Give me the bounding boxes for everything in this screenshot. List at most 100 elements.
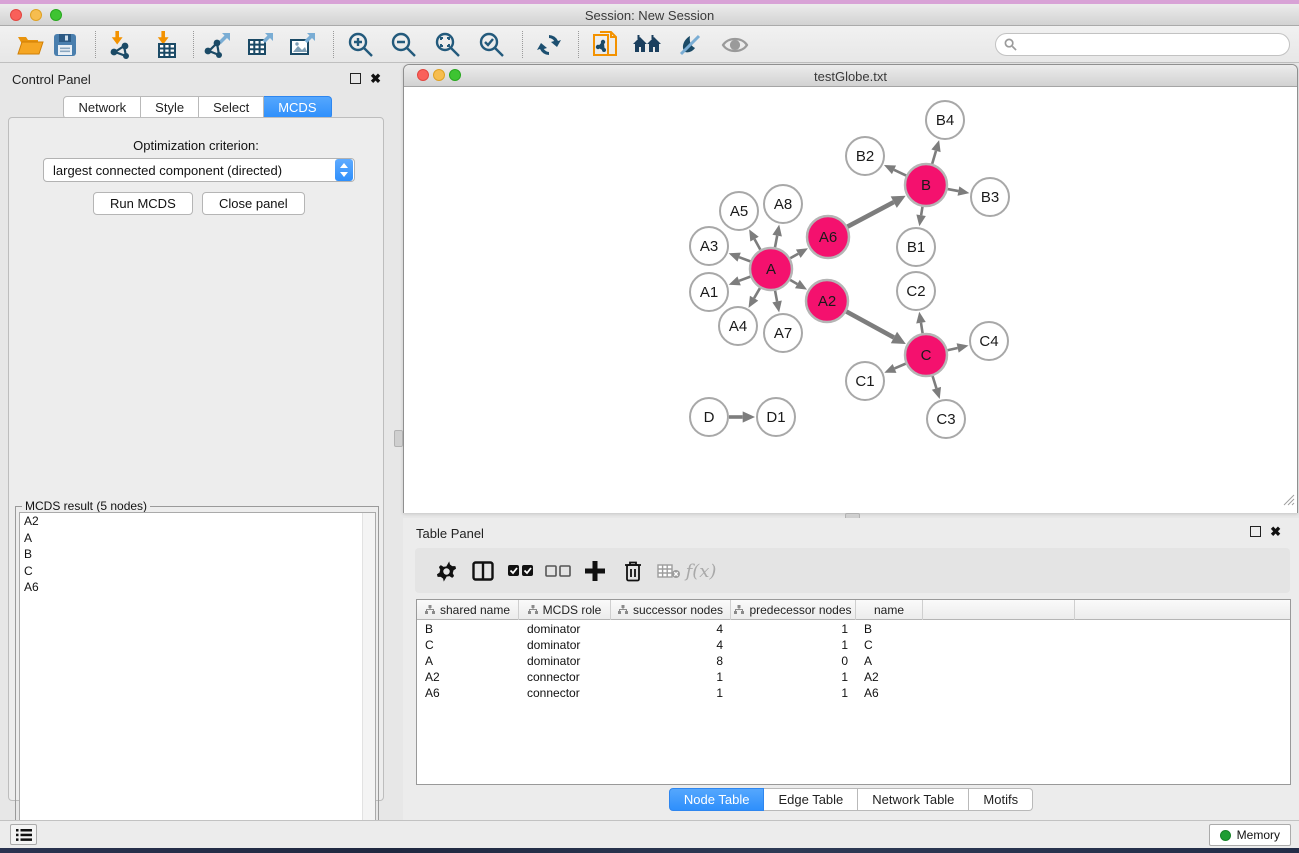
cell[interactable]: 1 (731, 637, 856, 653)
edge-A-A1[interactable] (739, 277, 750, 281)
cell[interactable]: B (856, 621, 923, 637)
edge-A2-C[interactable] (846, 312, 894, 338)
tab-network-table[interactable]: Network Table (858, 788, 969, 811)
cell[interactable]: 1 (731, 685, 856, 701)
cell[interactable]: A6 (417, 685, 519, 701)
memory-button[interactable]: Memory (1209, 824, 1291, 846)
save-session-icon[interactable] (50, 30, 80, 60)
cell[interactable]: C (856, 637, 923, 653)
cell[interactable]: C (417, 637, 519, 653)
cell[interactable]: connector (519, 685, 611, 701)
edge-B-B2[interactable] (894, 170, 906, 176)
deselect-all-icon[interactable] (544, 557, 572, 585)
settings-gear-icon[interactable] (432, 557, 460, 585)
tab-edge-table[interactable]: Edge Table (764, 788, 858, 811)
network-window-titlebar[interactable]: testGlobe.txt (404, 65, 1297, 87)
run-mcds-button[interactable]: Run MCDS (93, 192, 193, 215)
function-builder-icon[interactable]: f(x) (687, 557, 715, 585)
edge-A-A5[interactable] (755, 239, 761, 250)
add-column-icon[interactable] (581, 557, 609, 585)
window-resize-grip-icon[interactable] (1282, 493, 1295, 511)
tab-node-table[interactable]: Node Table (669, 788, 765, 811)
column-header-successor-nodes[interactable]: successor nodes (611, 600, 731, 620)
float-panel-icon[interactable] (1250, 526, 1261, 537)
edge-A-A7[interactable] (775, 291, 777, 302)
tab-motifs[interactable]: Motifs (969, 788, 1033, 811)
table-row[interactable]: Cdominator41C (417, 637, 1290, 653)
edge-C-C4[interactable] (947, 348, 957, 350)
task-history-button[interactable] (10, 824, 37, 845)
edge-A-A4[interactable] (754, 288, 760, 298)
cell[interactable]: B (417, 621, 519, 637)
mcds-result-list[interactable]: A2ABCA6 (19, 512, 376, 845)
result-item[interactable]: B (20, 546, 375, 563)
edge-B-B3[interactable] (948, 189, 959, 191)
first-neighbors-icon[interactable] (632, 30, 662, 60)
table-row[interactable]: A2connector11A2 (417, 669, 1290, 685)
cell[interactable]: A (856, 653, 923, 669)
open-session-icon[interactable] (15, 30, 45, 60)
edge-C-C3[interactable] (933, 376, 937, 388)
cell[interactable]: A6 (856, 685, 923, 701)
cell[interactable]: 8 (611, 653, 731, 669)
edge-A6-B[interactable] (847, 202, 893, 227)
cell[interactable]: A2 (417, 669, 519, 685)
column-header-predecessor-nodes[interactable]: predecessor nodes (731, 600, 856, 620)
close-panel-icon[interactable]: ✖ (1270, 526, 1281, 537)
result-item[interactable]: C (20, 563, 375, 580)
tab-mcds[interactable]: MCDS (264, 96, 331, 119)
cell[interactable]: 1 (611, 669, 731, 685)
criterion-select[interactable]: largest connected component (directed) (43, 158, 355, 182)
new-network-from-selection-icon[interactable] (590, 30, 620, 60)
tab-select[interactable]: Select (199, 96, 264, 119)
table-row[interactable]: A6connector11A6 (417, 685, 1290, 701)
zoom-fit-icon[interactable] (433, 30, 463, 60)
table-row[interactable]: Bdominator41B (417, 621, 1290, 637)
cell[interactable]: connector (519, 669, 611, 685)
cell[interactable]: 1 (731, 669, 856, 685)
export-network-icon[interactable] (203, 30, 233, 60)
result-item[interactable]: A (20, 530, 375, 547)
result-scrollbar[interactable] (362, 513, 375, 844)
result-item[interactable]: A2 (20, 513, 375, 530)
column-layout-icon[interactable] (469, 557, 497, 585)
import-network-icon[interactable] (105, 30, 135, 60)
close-panel-icon[interactable]: ✖ (370, 73, 381, 84)
cell[interactable]: 0 (731, 653, 856, 669)
vertical-splitter-handle[interactable] (394, 430, 403, 447)
cell[interactable]: A (417, 653, 519, 669)
edge-B-B1[interactable] (921, 207, 922, 216)
edge-C-C1[interactable] (895, 364, 906, 369)
node-table[interactable]: shared nameMCDS rolesuccessor nodesprede… (416, 599, 1291, 785)
zoom-selected-icon[interactable] (477, 30, 507, 60)
tab-network[interactable]: Network (63, 96, 141, 119)
search-input[interactable] (995, 33, 1290, 56)
column-header-MCDS-role[interactable]: MCDS role (519, 600, 611, 620)
cell[interactable]: dominator (519, 653, 611, 669)
delete-table-icon[interactable] (655, 557, 683, 585)
result-item[interactable]: A6 (20, 579, 375, 596)
network-canvas[interactable]: B4B2BB3A8A5A6B1A3AC2A1A2A4A7C4CC1DD1C3 (404, 87, 1297, 513)
column-header-name[interactable]: name (856, 600, 923, 620)
cell[interactable]: 1 (611, 685, 731, 701)
cell[interactable]: dominator (519, 621, 611, 637)
cell[interactable]: 4 (611, 637, 731, 653)
edge-A-A8[interactable] (775, 236, 777, 248)
select-all-check-icon[interactable] (507, 557, 535, 585)
edge-C-C2[interactable] (921, 323, 923, 334)
column-header-shared-name[interactable]: shared name (417, 600, 519, 620)
tab-style[interactable]: Style (141, 96, 199, 119)
edge-A-A6[interactable] (790, 254, 798, 259)
cell[interactable]: dominator (519, 637, 611, 653)
show-graphics-details-icon[interactable] (720, 30, 750, 60)
apply-layout-refresh-icon[interactable] (534, 30, 564, 60)
cell[interactable]: 4 (611, 621, 731, 637)
cell[interactable]: A2 (856, 669, 923, 685)
edge-B-B4[interactable] (932, 151, 936, 164)
float-panel-icon[interactable] (350, 73, 361, 84)
zoom-out-icon[interactable] (389, 30, 419, 60)
export-table-icon[interactable] (246, 30, 276, 60)
hide-graphics-details-icon[interactable] (675, 30, 705, 60)
edge-A-A2[interactable] (790, 280, 797, 284)
close-panel-button[interactable]: Close panel (202, 192, 305, 215)
